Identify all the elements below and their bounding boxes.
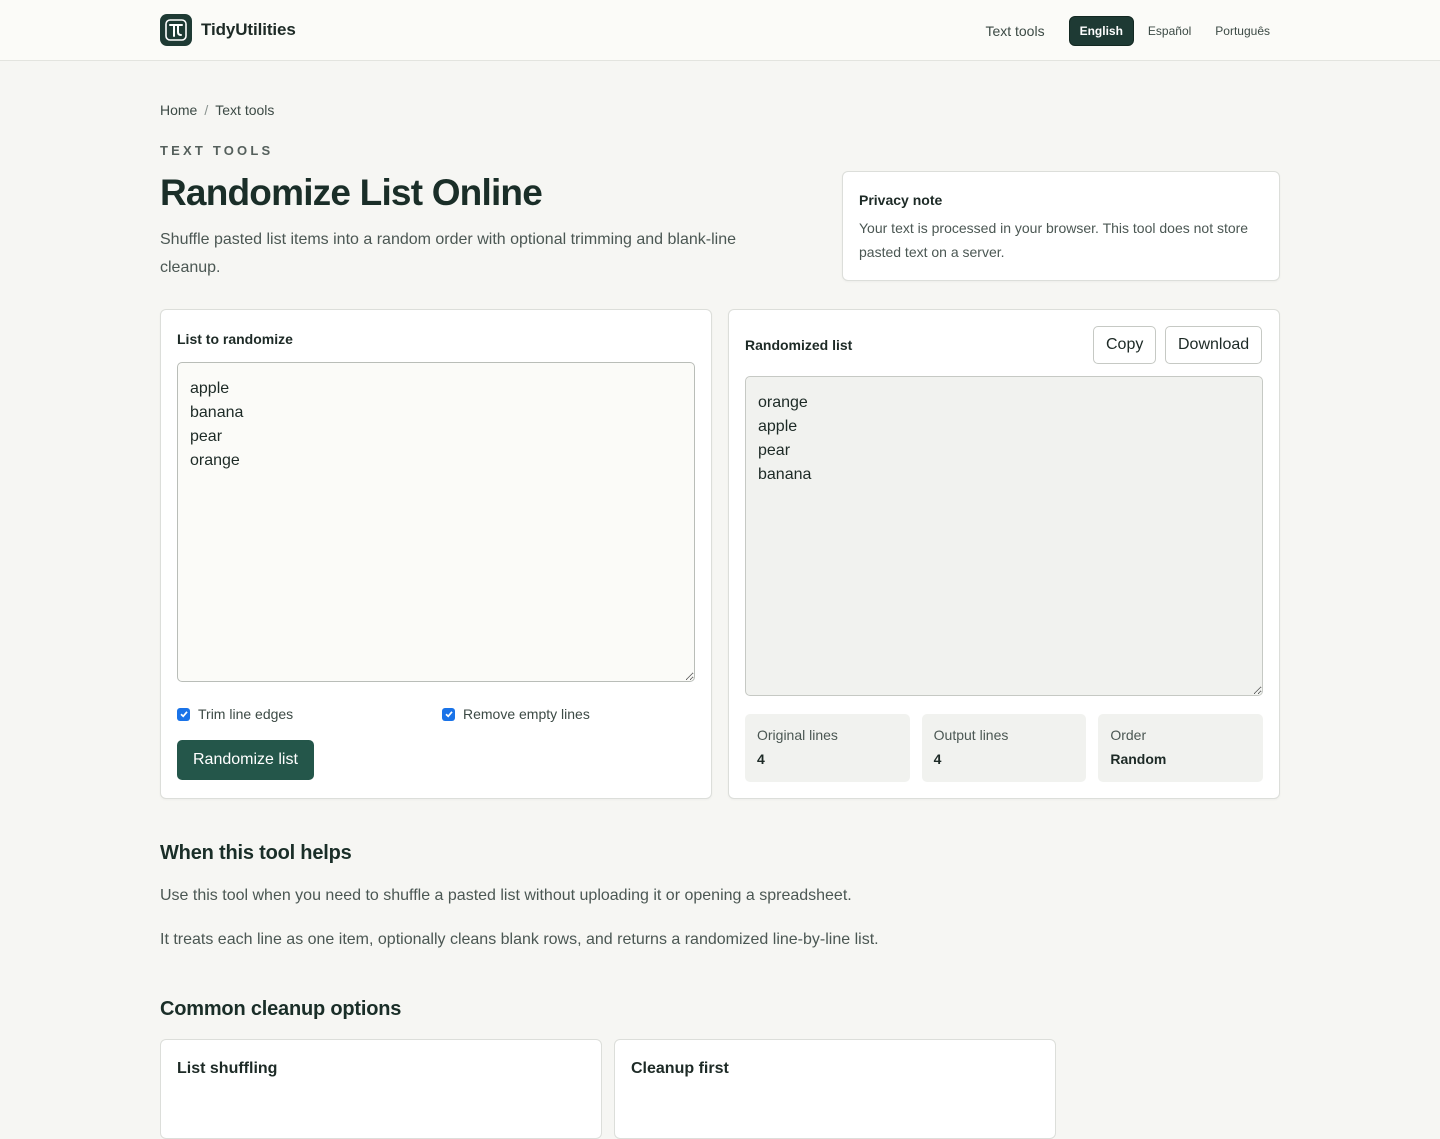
nav-text-tools[interactable]: Text tools <box>985 23 1044 39</box>
privacy-title: Privacy note <box>859 192 943 208</box>
output-label: Randomized list <box>745 337 853 353</box>
input-panel: List to randomize Trim line edges Remove… <box>160 309 712 799</box>
privacy-note: Privacy note Your text is processed in y… <box>842 171 1280 281</box>
stats-row: Original lines 4 Output lines 4 Order Ra… <box>745 714 1264 782</box>
stat-label: Order <box>1110 727 1147 743</box>
breadcrumb-current[interactable]: Text tools <box>215 102 274 118</box>
breadcrumb-separator: / <box>204 102 209 118</box>
list-input[interactable] <box>177 362 695 682</box>
stat-label: Output lines <box>933 727 1009 743</box>
info-card-list-shuffling: List shuffling <box>160 1039 602 1139</box>
stat-value: 4 <box>757 751 765 767</box>
stat-value: 4 <box>933 751 942 767</box>
info-card-title: Cleanup first <box>631 1060 729 1077</box>
list-output[interactable] <box>745 376 1263 696</box>
brand-name: TidyUtilities <box>201 20 296 39</box>
page-subtitle: Shuffle pasted list items into a random … <box>160 231 736 276</box>
output-panel: Randomized list Copy Download Original l… <box>728 309 1280 799</box>
download-button[interactable]: Download <box>1165 326 1263 364</box>
stat-order: Order Random <box>1098 714 1264 782</box>
when-helps-paragraph: Use this tool when you need to shuffle a… <box>160 887 852 904</box>
brand-link[interactable]: TidyUtilities <box>160 14 296 46</box>
lang-portugues[interactable]: Português <box>1205 17 1280 45</box>
input-label: List to randomize <box>177 331 293 347</box>
stat-original-lines: Original lines 4 <box>745 714 910 782</box>
breadcrumb: Home / Text tools <box>160 102 274 118</box>
stat-output-lines: Output lines 4 <box>921 714 1087 782</box>
cleanup-heading: Common cleanup options <box>160 998 402 1020</box>
trim-checkbox[interactable] <box>177 707 190 721</box>
stat-label: Original lines <box>757 727 838 743</box>
when-helps-heading: When this tool helps <box>160 842 352 864</box>
privacy-body: Your text is processed in your browser. … <box>859 220 1249 260</box>
trim-label: Trim line edges <box>198 706 294 722</box>
info-card-title: List shuffling <box>177 1060 278 1077</box>
lang-espanol[interactable]: Español <box>1138 17 1201 45</box>
options-row: Trim line edges Remove empty lines <box>177 706 697 726</box>
lang-english[interactable]: English <box>1068 16 1134 46</box>
tidy-logo-icon <box>160 14 192 46</box>
remove-empty-checkbox[interactable] <box>442 707 455 721</box>
breadcrumb-home[interactable]: Home <box>160 102 197 118</box>
copy-button[interactable]: Copy <box>1093 326 1157 364</box>
section-eyebrow: TEXT TOOLS <box>160 143 274 158</box>
remove-empty-label: Remove empty lines <box>463 706 590 722</box>
page-title: Randomize List Online <box>160 172 543 213</box>
randomize-button[interactable]: Randomize list <box>177 740 314 780</box>
stat-value: Random <box>1110 751 1167 767</box>
top-bar: TidyUtilities Text tools English Español… <box>0 0 1440 61</box>
trim-option[interactable]: Trim line edges <box>177 706 293 722</box>
when-helps-paragraph: It treats each line as one item, optiona… <box>160 931 879 948</box>
main-nav: Text tools English Español Português <box>985 16 1280 46</box>
info-card-cleanup-first: Cleanup first <box>614 1039 1056 1139</box>
remove-empty-option[interactable]: Remove empty lines <box>442 706 590 722</box>
